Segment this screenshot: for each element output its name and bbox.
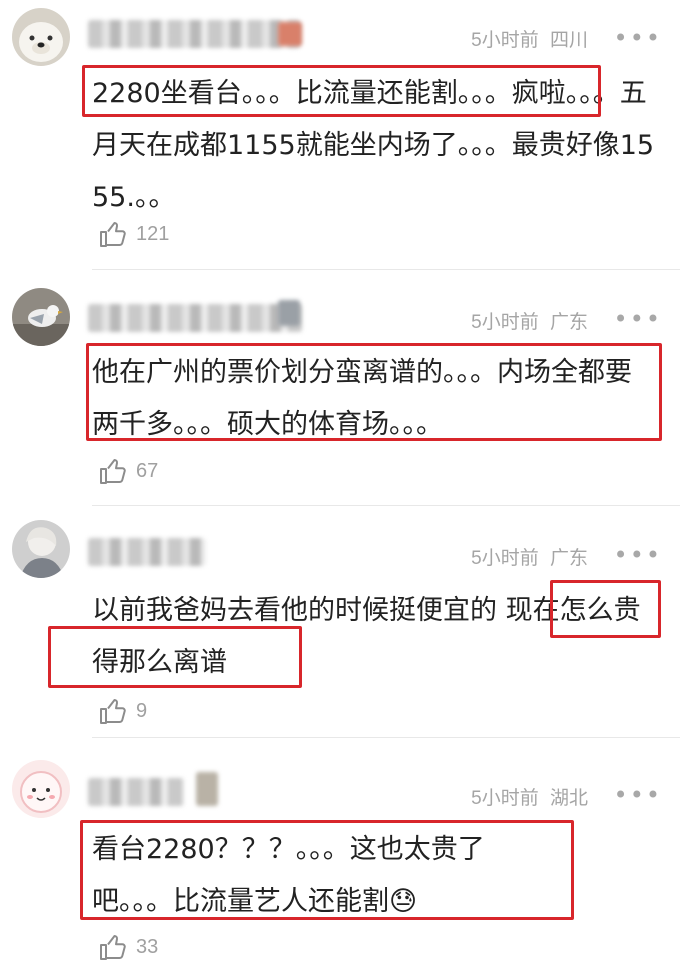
username-blurred[interactable] [88, 538, 206, 566]
comment-text: 以前我爸妈去看他的时候挺便宜的 现在怎么贵得那么离谱 [92, 595, 641, 678]
comment-text: 看台2280？？？。。。这也太贵了吧。。。比流量艺人还能割😓 [92, 834, 485, 917]
avatar[interactable] [12, 8, 70, 66]
cartoon-avatar-icon [12, 760, 70, 818]
dog-avatar-icon [12, 8, 70, 66]
like-button[interactable]: 67 [98, 456, 158, 486]
comment-2: 5小时前 广东 ••• 他在广州的票价划分蛮离谱的。。。内场全都要两千多。。。硕… [0, 270, 680, 506]
comment-location: 湖北 [549, 788, 588, 809]
comment-time: 5小时前 [471, 30, 539, 51]
username-blurred[interactable] [88, 778, 184, 806]
comment-text: 2280坐看台。。。比流量还能割。。。疯啦。。。五月天在成都1155就能坐内场了… [92, 78, 655, 213]
comment-meta: 5小时前 广东 [471, 543, 588, 570]
like-button[interactable]: 9 [98, 696, 147, 726]
like-count: 121 [136, 222, 170, 245]
comment-text: 他在广州的票价划分蛮离谱的。。。内场全都要两千多。。。硕大的体育场。。。 [92, 357, 632, 440]
thumbs-up-icon [100, 459, 126, 484]
like-count: 67 [136, 459, 159, 482]
thumbs-up-icon [100, 222, 126, 247]
comment-location: 广东 [549, 548, 588, 569]
username-blurred[interactable] [88, 20, 300, 48]
person-avatar-icon [12, 520, 70, 578]
like-count: 9 [136, 699, 148, 722]
like-button[interactable]: 33 [98, 932, 158, 962]
more-options-icon[interactable]: ••• [614, 543, 662, 567]
comment-4: 5小时前 湖北 ••• 看台2280？？？。。。这也太贵了吧。。。比流量艺人还能… [0, 738, 680, 966]
avatar[interactable] [12, 520, 70, 578]
thumbs-up-icon [100, 699, 126, 724]
comment-location: 四川 [549, 30, 588, 51]
user-badge-icon [196, 772, 218, 806]
more-options-icon[interactable]: ••• [614, 307, 662, 331]
comment-location: 广东 [549, 312, 588, 333]
like-count: 33 [136, 935, 159, 958]
user-badge-icon [278, 22, 302, 46]
more-options-icon[interactable]: ••• [614, 26, 662, 50]
avatar[interactable] [12, 288, 70, 346]
more-options-icon[interactable]: ••• [614, 783, 662, 807]
thumbs-up-icon [100, 935, 126, 960]
comment-time: 5小时前 [471, 312, 539, 333]
comment-meta: 5小时前 湖北 [471, 783, 588, 810]
username-blurred[interactable] [88, 304, 302, 332]
comment-time: 5小时前 [471, 788, 539, 809]
comment-3: 5小时前 广东 ••• 以前我爸妈去看他的时候挺便宜的 现在怎么贵得那么离谱 9 [0, 506, 680, 738]
like-button[interactable]: 121 [98, 219, 169, 249]
comment-meta: 5小时前 广东 [471, 307, 588, 334]
avatar[interactable] [12, 760, 70, 818]
comment-1: 5小时前 四川 ••• 2280坐看台。。。比流量还能割。。。疯啦。。。五月天在… [0, 0, 680, 270]
comment-time: 5小时前 [471, 548, 539, 569]
comment-meta: 5小时前 四川 [471, 25, 588, 52]
user-badge-icon [278, 300, 300, 326]
seagull-avatar-icon [12, 288, 70, 346]
